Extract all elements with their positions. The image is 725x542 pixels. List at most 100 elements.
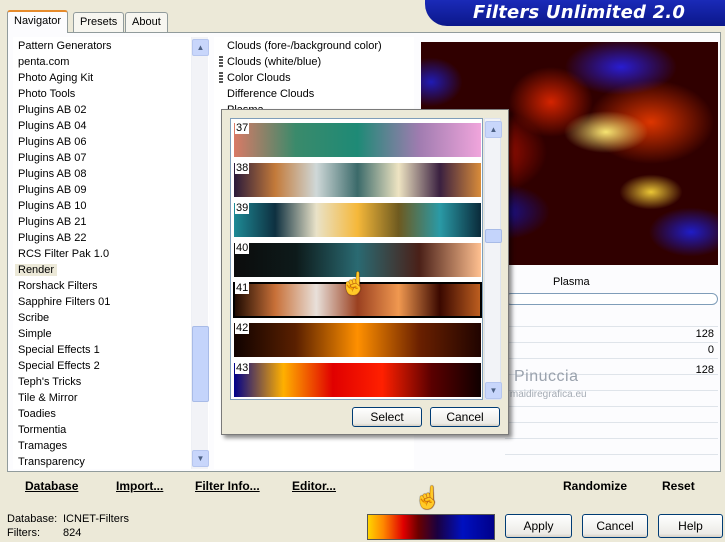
category-item-label: Sapphire Filters 01	[18, 296, 111, 308]
help-button[interactable]: Help	[658, 514, 723, 538]
category-item-label: Render	[15, 264, 58, 276]
gradient-number: 42	[235, 322, 250, 334]
category-item[interactable]: Plugins AB 21	[18, 214, 87, 230]
category-item[interactable]: Plugins AB 02	[18, 102, 87, 118]
param-value-2[interactable]: 0	[708, 342, 714, 358]
category-item[interactable]: Scribe	[18, 310, 49, 326]
category-item[interactable]: RCS Filter Pak 1.0	[18, 246, 109, 262]
category-item-label: Plugins AB 09	[18, 184, 87, 196]
category-item[interactable]: Photo Tools	[18, 86, 75, 102]
gradient-swatch	[234, 203, 481, 237]
gradient-swatch	[234, 323, 481, 357]
filter-name-label: Plasma	[553, 276, 590, 288]
scroll-down-icon[interactable]: ▼	[485, 382, 502, 399]
category-item[interactable]: Pattern Generators	[18, 38, 112, 54]
category-item-label: penta.com	[18, 56, 70, 68]
category-item-label: Plugins AB 08	[18, 168, 87, 180]
scroll-down-icon[interactable]: ▼	[192, 450, 209, 467]
category-item-label: Photo Aging Kit	[18, 72, 94, 84]
import-button[interactable]: Import...	[116, 479, 163, 493]
tab-navigator[interactable]: Navigator	[7, 10, 69, 33]
category-item[interactable]: Plugins AB 04	[18, 118, 87, 134]
gradient-row[interactable]: 43	[233, 361, 482, 397]
randomize-button[interactable]: Randomize	[563, 479, 627, 493]
gradient-swatch	[234, 163, 481, 197]
select-button[interactable]: Select	[352, 407, 422, 427]
gradient-scrollbar[interactable]: ▲ ▼	[484, 118, 502, 400]
gradient-number: 37	[235, 122, 250, 134]
filter-item[interactable]: Difference Clouds	[227, 86, 314, 102]
category-item[interactable]: Special Effects 2	[18, 358, 100, 374]
category-item-label: Rorshack Filters	[18, 280, 98, 292]
divider	[505, 454, 718, 455]
filter-item[interactable]: Color Clouds	[227, 70, 291, 86]
tab-presets[interactable]: Presets	[73, 12, 125, 32]
category-item-label: Photo Tools	[18, 88, 76, 100]
gradient-number: 41	[235, 282, 250, 294]
database-button[interactable]: Database	[25, 479, 78, 493]
category-scroll-thumb[interactable]	[192, 326, 209, 402]
reset-button[interactable]: Reset	[662, 479, 695, 493]
apply-button[interactable]: Apply	[505, 514, 572, 538]
category-item-label: Plugins AB 21	[18, 216, 87, 228]
filter-info-button-label: Filter Info...	[195, 479, 260, 493]
gradient-row[interactable]: 38	[233, 161, 482, 197]
gradient-scroll-thumb[interactable]	[485, 229, 502, 243]
gradient-row[interactable]: 39	[233, 201, 482, 237]
scroll-up-icon[interactable]: ▲	[192, 39, 209, 56]
editor-button-label: Editor...	[292, 479, 337, 493]
category-item[interactable]: Plugins AB 07	[18, 150, 87, 166]
category-item[interactable]: Photo Aging Kit	[18, 70, 93, 86]
gradient-swatch	[234, 363, 481, 397]
editor-button[interactable]: Editor...	[292, 479, 336, 493]
gradient-row[interactable]: 37	[233, 121, 482, 157]
category-item[interactable]: Plugins AB 10	[18, 198, 87, 214]
category-scrollbar[interactable]: ▲ ▼	[191, 37, 209, 469]
popup-cancel-button[interactable]: Cancel	[430, 407, 500, 427]
tab-about-label: About	[132, 16, 161, 28]
category-item[interactable]: Plugins AB 08	[18, 166, 87, 182]
category-item[interactable]: Rorshack Filters	[18, 278, 97, 294]
category-item[interactable]: Plugins AB 22	[18, 230, 87, 246]
category-item[interactable]: Toadies	[18, 406, 56, 422]
database-status-label: Database:	[7, 513, 58, 525]
preview-slider[interactable]	[505, 293, 718, 305]
category-item[interactable]: Plugins AB 09	[18, 182, 87, 198]
category-item[interactable]: Tile & Mirror	[18, 390, 77, 406]
category-item[interactable]: Render	[15, 262, 58, 278]
gradient-row[interactable]: 42	[233, 321, 482, 357]
category-item-label: Tramages	[18, 440, 68, 452]
cancel-button[interactable]: Cancel	[582, 514, 648, 538]
category-item-label: RCS Filter Pak 1.0	[18, 248, 110, 260]
category-item-label: Plugins AB 06	[18, 136, 87, 148]
scroll-up-icon[interactable]: ▲	[485, 121, 502, 138]
category-item[interactable]: Sapphire Filters 01	[18, 294, 110, 310]
category-item-label: Scribe	[18, 312, 50, 324]
gradient-number: 43	[235, 362, 250, 374]
category-item[interactable]: Transparency	[18, 454, 85, 470]
category-item[interactable]: Tormentia	[18, 422, 66, 438]
param-value-1[interactable]: 128	[696, 326, 714, 342]
category-item[interactable]: penta.com	[18, 54, 69, 70]
param-value-3[interactable]: 128	[696, 362, 714, 378]
filter-info-button[interactable]: Filter Info...	[195, 479, 260, 493]
filters-status-label: Filters:	[7, 527, 40, 539]
filter-item[interactable]: Clouds (fore-/background color)	[227, 38, 382, 54]
gradient-preview-bar[interactable]	[367, 514, 495, 540]
tab-about[interactable]: About	[125, 12, 168, 32]
watermark-name: Pinuccia	[514, 368, 579, 385]
category-item-label: Pattern Generators	[18, 40, 112, 52]
category-item[interactable]: Tramages	[18, 438, 67, 454]
divider	[505, 406, 718, 407]
category-item[interactable]: Special Effects 1	[18, 342, 100, 358]
category-item[interactable]: Plugins AB 06	[18, 134, 87, 150]
category-item-label: Toadies	[18, 408, 56, 420]
divider	[505, 342, 718, 343]
divider	[505, 438, 718, 439]
category-item[interactable]: Simple	[18, 326, 52, 342]
category-item-label: Special Effects 1	[18, 344, 100, 356]
filter-item[interactable]: Clouds (white/blue)	[227, 54, 321, 70]
category-item[interactable]: Teph's Tricks	[18, 374, 81, 390]
drag-grip-icon	[219, 72, 223, 83]
category-item-label: Transparency	[18, 456, 85, 468]
